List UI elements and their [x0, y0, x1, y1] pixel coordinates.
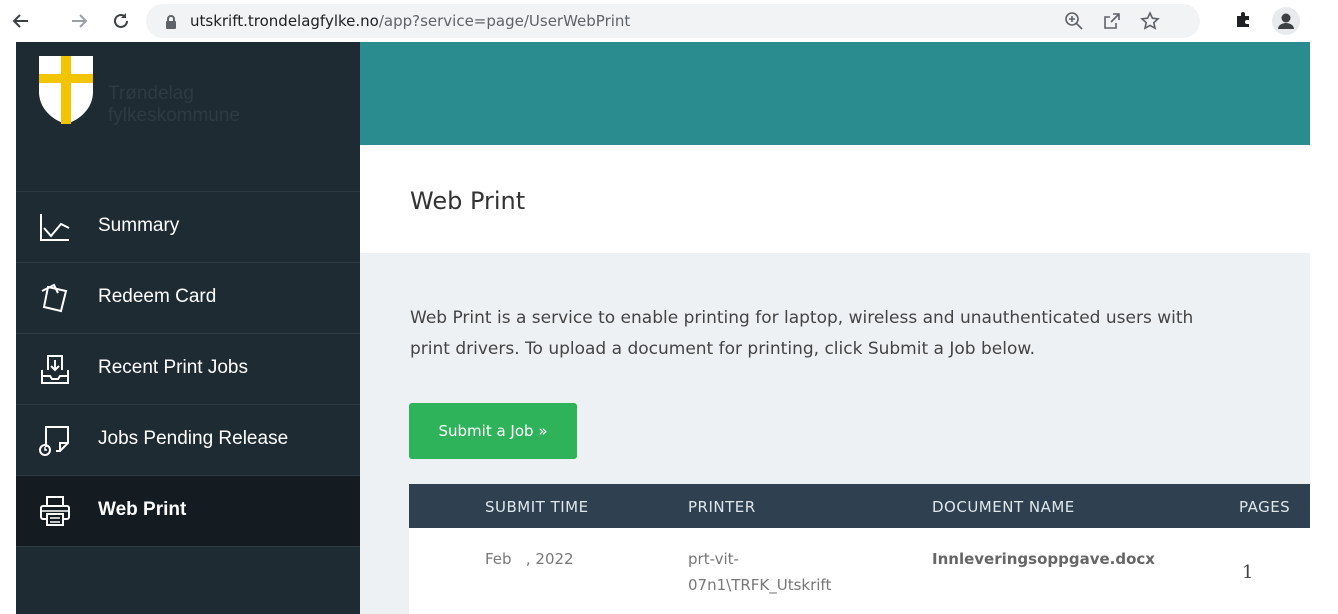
- sidebar-item-label: Redeem Card: [98, 286, 217, 307]
- table-row[interactable]: Feb , 2022 prt-vit- 07n1\TRFK_Utskrift I…: [409, 528, 1310, 614]
- sidebar-item-redeem-card[interactable]: Redeem Card: [16, 262, 360, 333]
- cell-document-name[interactable]: Innleveringsoppgave.docx: [932, 550, 1155, 568]
- extensions-puzzle-icon[interactable]: [1234, 9, 1254, 29]
- sidebar-item-recent-print-jobs[interactable]: Recent Print Jobs: [16, 333, 360, 404]
- url-path: /app?service=page/UserWebPrint: [378, 12, 631, 30]
- cell-pages: 1: [1242, 562, 1254, 583]
- address-bar[interactable]: utskrift.trondelagfylke.no/app?service=p…: [146, 4, 1200, 38]
- chart-line-icon: [40, 214, 70, 241]
- cell-printer: prt-vit- 07n1\TRFK_Utskrift: [688, 546, 831, 598]
- main-content: Web Print is a service to enable printin…: [360, 253, 1310, 614]
- url-text: utskrift.trondelagfylke.no/app?service=p…: [190, 4, 630, 38]
- sidebar-item-jobs-pending-release[interactable]: Jobs Pending Release: [16, 404, 360, 475]
- sidebar-item-label: Jobs Pending Release: [98, 428, 289, 449]
- sidebar-item-label: Web Print: [98, 499, 187, 520]
- column-header-submit-time[interactable]: SUBMIT TIME: [485, 484, 589, 528]
- zoom-icon[interactable]: [1064, 11, 1084, 31]
- url-host: utskrift.trondelagfylke.no: [190, 12, 379, 30]
- trondelag-shield-icon: [39, 56, 93, 124]
- sidebar-item-web-print[interactable]: Web Print: [16, 475, 360, 546]
- sidebar: Trøndelag fylkeskommune Summary Redeem C…: [16, 42, 360, 614]
- column-header-pages[interactable]: PAGES: [1239, 484, 1290, 528]
- sidebar-item-label: Summary: [98, 215, 180, 236]
- top-header-bar: [360, 42, 1310, 145]
- logo[interactable]: Trøndelag fylkeskommune: [16, 42, 360, 145]
- divider: [16, 546, 360, 547]
- sidebar-item-summary[interactable]: Summary: [16, 191, 360, 262]
- browser-toolbar: utskrift.trondelagfylke.no/app?service=p…: [0, 0, 1338, 42]
- table-header: SUBMIT TIME PRINTER DOCUMENT NAME PAGES: [409, 484, 1310, 528]
- printer-line: 07n1\TRFK_Utskrift: [688, 576, 832, 594]
- description-line: print drivers. To upload a document for …: [410, 339, 1036, 359]
- description: Web Print is a service to enable printin…: [410, 303, 1310, 365]
- tray-icon: [41, 355, 69, 384]
- page-title: Web Print: [410, 187, 526, 215]
- pending-release-icon: [39, 426, 69, 456]
- page-header: Web Print: [360, 145, 1310, 253]
- column-header-printer[interactable]: PRINTER: [688, 484, 756, 528]
- description-line: Web Print is a service to enable printin…: [410, 308, 1194, 328]
- cards-icon: [41, 283, 68, 313]
- printer-line: prt-vit-: [688, 550, 739, 568]
- printer-icon: [40, 496, 70, 526]
- back-icon[interactable]: [6, 0, 36, 42]
- sidebar-item-label: Recent Print Jobs: [98, 357, 248, 378]
- submit-job-button[interactable]: Submit a Job »: [409, 403, 577, 459]
- share-icon[interactable]: [1102, 11, 1122, 31]
- bookmark-star-icon[interactable]: [1140, 11, 1160, 31]
- logo-text: Trøndelag fylkeskommune: [108, 83, 240, 126]
- reload-icon[interactable]: [106, 0, 136, 42]
- lock-icon: [166, 15, 176, 29]
- forward-icon[interactable]: [64, 0, 94, 42]
- page-edge: [1310, 42, 1338, 614]
- cell-submit-time: Feb , 2022: [485, 550, 574, 568]
- column-header-document-name[interactable]: DOCUMENT NAME: [932, 484, 1075, 528]
- profile-icon[interactable]: [1272, 7, 1300, 35]
